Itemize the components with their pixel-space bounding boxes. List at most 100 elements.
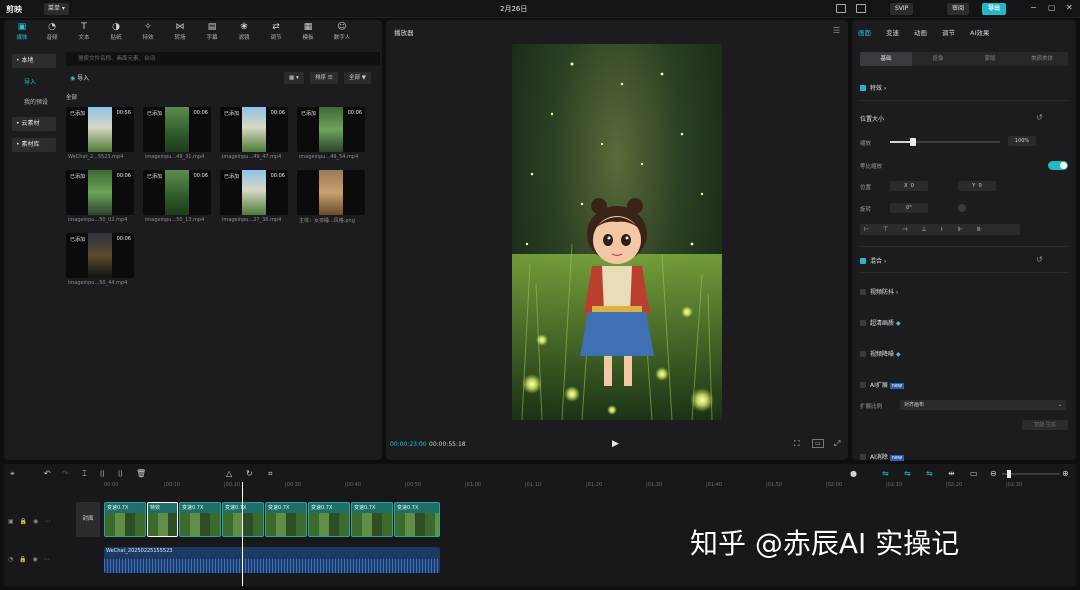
snap-icon[interactable]: ⇋ (904, 469, 911, 478)
media-item[interactable]: 已添加 00:06 (66, 170, 134, 215)
stabilize-section[interactable]: 视频防抖 › (860, 287, 898, 296)
track-controls[interactable]: ▣ 🔒 ◉ ⋯ (8, 518, 52, 525)
ai-remove-section[interactable]: AI消除 new (860, 452, 905, 461)
close-icon[interactable]: ✕ (1066, 3, 1073, 12)
seg-matting[interactable]: 抠像 (912, 52, 964, 66)
tab-text[interactable]: T 文本 (70, 22, 98, 44)
reset-icon[interactable]: ↺ (1036, 255, 1043, 264)
effects-section[interactable]: 特效 › (860, 83, 886, 92)
redo-icon[interactable]: ↷ (62, 469, 69, 478)
preview-axis-icon[interactable]: ⇋ (926, 469, 933, 478)
tab-picture[interactable]: 画面 (858, 27, 871, 37)
scale-slider-handle[interactable] (910, 138, 916, 146)
minimize-icon[interactable]: − (1030, 3, 1037, 12)
view-toggle[interactable]: ▦ ▾ (284, 72, 304, 84)
tab-audio[interactable]: ◔ 音频 (38, 22, 66, 44)
checkbox-icon[interactable] (860, 320, 866, 326)
split-right-icon[interactable]: ⌷ (118, 469, 123, 479)
sidebar-item-library[interactable]: • 素材库 (12, 138, 56, 152)
tab-filter[interactable]: ❀ 滤镜 (230, 22, 258, 44)
seg-mask[interactable]: 蒙版 (964, 52, 1016, 66)
checkbox-icon[interactable] (860, 382, 866, 388)
reset-icon[interactable]: ↺ (1036, 113, 1043, 122)
sidebar-item-presets[interactable]: 我的预设 (12, 96, 56, 110)
layout-icon[interactable] (836, 4, 846, 13)
playhead[interactable] (242, 482, 243, 586)
uniform-toggle[interactable] (1048, 161, 1068, 170)
select-tool-icon[interactable]: ⌖ (10, 469, 15, 479)
link-icon[interactable]: ⇋ (882, 469, 889, 478)
rotate-icon[interactable]: ↻ (246, 469, 253, 478)
delete-icon[interactable]: 🗑 (136, 469, 146, 478)
import-button[interactable]: ◉ 导入 (70, 73, 89, 82)
caption-icon[interactable]: ▭ (970, 469, 978, 478)
split-left-icon[interactable]: ⌷ (100, 469, 105, 479)
tab-adjust[interactable]: 调节 (942, 27, 955, 37)
video-clip[interactable]: 变速0.7X (351, 502, 393, 537)
shortcut-icon[interactable] (856, 4, 866, 13)
play-icon[interactable]: ▶ (612, 439, 619, 449)
tab-speed[interactable]: 变速 (886, 27, 899, 37)
hd-section[interactable]: 超清画质 ◆ (860, 318, 901, 327)
tab-animation[interactable]: 动画 (914, 27, 927, 37)
rotate-knob[interactable] (958, 204, 966, 212)
zoom-in-icon[interactable]: ⊕ (1062, 469, 1069, 478)
tab-caption[interactable]: ▤ 字幕 (198, 22, 226, 44)
video-clip[interactable]: 变速0.7X (179, 502, 221, 537)
audio-clip[interactable]: WeChat_20250225155523 (104, 547, 440, 573)
video-clip[interactable]: 变速0.7X (394, 502, 440, 537)
media-item[interactable]: 已添加 00:06 (66, 233, 134, 278)
video-clip-selected[interactable]: 特效 (147, 502, 178, 537)
tab-transition[interactable]: ⋈ 转场 (166, 22, 194, 44)
cover-button[interactable]: 封面 (76, 502, 100, 537)
search-input[interactable]: 搜索文件名称、画面元素、台词 (66, 52, 380, 66)
export-button[interactable]: 导出 (982, 3, 1007, 15)
seg-basic[interactable]: 基础 (860, 52, 912, 66)
align-toolbar[interactable]: ⊢ ⊤ ⊣ ⊥ ⊦ ⊩ ⊪ (860, 224, 1020, 235)
audio-track-controls[interactable]: ◔ 🔒 ◉ ⋯ (8, 556, 52, 563)
position-y-field[interactable]: Y 0 (958, 181, 996, 191)
denoise-section[interactable]: 视频降噪 ◆ (860, 349, 901, 358)
media-item[interactable]: 已添加 00:06 (143, 107, 211, 152)
tab-sticker[interactable]: ◑ 贴纸 (102, 22, 130, 44)
checkbox-icon[interactable] (860, 454, 866, 460)
checkbox-icon[interactable] (860, 351, 866, 357)
split-screen-icon[interactable]: ⇹ (948, 469, 955, 478)
time-ruler[interactable]: 00:00 |00:10 |00:20 |00:30 |00:40 |00:50 |0… (104, 482, 1066, 492)
mic-icon[interactable]: ● (850, 469, 857, 478)
position-x-field[interactable]: X 0 (890, 181, 928, 191)
maximize-icon[interactable]: ▢ (1048, 3, 1056, 12)
media-item[interactable]: 已添加 00:06 (297, 107, 365, 152)
review-button[interactable]: 审阅 (947, 3, 970, 15)
media-item[interactable]: 已添加 00:06 (220, 107, 288, 152)
mirror-icon[interactable]: △ (226, 469, 232, 478)
media-item[interactable] (297, 170, 365, 215)
tab-media[interactable]: ▣ 媒体 (8, 22, 36, 44)
tab-ai-effects[interactable]: AI效果 (970, 27, 989, 37)
split-icon[interactable]: ⌶ (82, 469, 87, 479)
blend-section[interactable]: 混合 › (860, 256, 886, 265)
sidebar-item-cloud[interactable]: • 云素材 (12, 117, 56, 131)
zoom-out-icon[interactable]: ⊖ (990, 469, 997, 478)
media-item[interactable]: 已添加 00:06 (220, 170, 288, 215)
filter-all-button[interactable]: 全部 ▼ (344, 72, 371, 84)
seg-beauty[interactable]: 美颜美体 (1016, 52, 1068, 66)
checkbox-icon[interactable] (860, 289, 866, 295)
tab-adjust[interactable]: ⇄ 调节 (262, 22, 290, 44)
video-preview[interactable] (512, 44, 722, 420)
undo-icon[interactable]: ↶ (44, 469, 51, 478)
checkbox-icon[interactable] (860, 85, 866, 91)
fullscreen-icon[interactable]: ⤢ (834, 439, 840, 449)
rotate-field[interactable]: 0° (890, 203, 928, 213)
tab-effects[interactable]: ✧ 特效 (134, 22, 162, 44)
svip-button[interactable]: SVIP (890, 3, 914, 15)
generate-button[interactable]: 智能·生成 (1022, 420, 1068, 430)
player-menu-icon[interactable]: ☰ (833, 26, 840, 35)
menu-button[interactable]: 菜单 ▾ (44, 3, 69, 15)
sidebar-item-local[interactable]: • 本地 (12, 54, 56, 68)
media-item[interactable]: 已添加 00:06 (143, 170, 211, 215)
scale-value[interactable]: 100% (1008, 136, 1036, 146)
expand-ratio-select[interactable]: 对齐画布 ⌄ (900, 400, 1066, 410)
crop-icon[interactable]: ⌗ (268, 469, 273, 479)
video-clip[interactable]: 变速0.7X (104, 502, 146, 537)
